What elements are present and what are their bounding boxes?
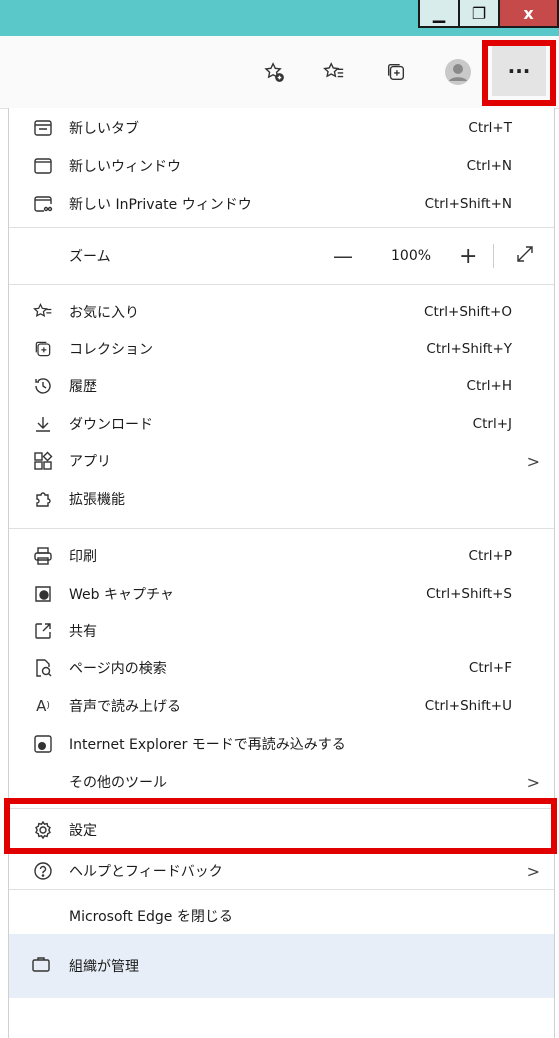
- menu-item-more-tools[interactable]: その他のツール >: [9, 762, 554, 802]
- menu-item-help-feedback[interactable]: ヘルプとフィードバック >: [9, 851, 554, 891]
- menu-item-web-capture[interactable]: Web キャプチャ Ctrl+Shift+S: [9, 574, 554, 614]
- inprivate-icon: [31, 192, 55, 216]
- menu-label: Microsoft Edge を閉じる: [69, 909, 233, 925]
- menu-divider: [9, 227, 554, 228]
- zoom-divider: [493, 244, 494, 268]
- menu-label: 拡張機能: [69, 492, 125, 508]
- menu-item-print[interactable]: 印刷 Ctrl+P: [9, 536, 554, 576]
- menu-item-extensions[interactable]: 拡張機能: [9, 479, 554, 519]
- menu-item-apps[interactable]: アプリ >: [9, 441, 554, 481]
- menu-shortcut: Ctrl+T: [468, 120, 512, 136]
- window-titlebar: ▁ ❐ x: [0, 0, 559, 36]
- browser-toolbar: ···: [0, 36, 559, 109]
- gear-icon: [31, 818, 55, 842]
- menu-label: アプリ: [69, 454, 111, 470]
- menu-label: 設定: [69, 823, 97, 839]
- menu-item-find-on-page[interactable]: ページ内の検索 Ctrl+F: [9, 648, 554, 688]
- menu-item-collections[interactable]: コレクション Ctrl+Shift+Y: [9, 329, 554, 369]
- profile-avatar[interactable]: [442, 56, 474, 88]
- menu-label: ページ内の検索: [69, 661, 167, 677]
- zoom-in-button[interactable]: +: [459, 244, 477, 269]
- menu-label: 新しいウィンドウ: [69, 159, 181, 175]
- menu-item-new-tab[interactable]: 新しいタブ Ctrl+T: [9, 108, 554, 148]
- menu-shortcut: Ctrl+Shift+O: [424, 304, 512, 320]
- menu-divider: [9, 528, 554, 529]
- chevron-right-icon: >: [526, 451, 540, 471]
- share-icon: [31, 619, 55, 643]
- menu-divider: [9, 889, 554, 890]
- menu-label: ダウンロード: [69, 417, 153, 433]
- menu-divider: [9, 284, 554, 285]
- menu-item-new-inprivate-window[interactable]: 新しい InPrivate ウィンドウ Ctrl+Shift+N: [9, 184, 554, 224]
- history-icon: [31, 374, 55, 398]
- chevron-right-icon: >: [526, 861, 540, 881]
- menu-label: 共有: [69, 624, 97, 640]
- zoom-level: 100%: [391, 248, 432, 264]
- menu-item-new-window[interactable]: 新しいウィンドウ Ctrl+N: [9, 146, 554, 186]
- web-capture-icon: [31, 582, 55, 606]
- menu-label: その他のツール: [69, 775, 167, 791]
- menu-item-share[interactable]: 共有: [9, 611, 554, 651]
- menu-shortcut: Ctrl+Shift+N: [424, 196, 512, 212]
- menu-label: お気に入り: [69, 305, 139, 321]
- menu-item-close-edge[interactable]: Microsoft Edge を閉じる: [9, 896, 554, 936]
- maximize-button[interactable]: ❐: [458, 0, 500, 28]
- download-icon: [31, 412, 55, 436]
- menu-shortcut: Ctrl+P: [468, 548, 512, 564]
- apps-icon: [31, 449, 55, 473]
- menu-shortcut: Ctrl+F: [468, 660, 512, 676]
- print-icon: [31, 544, 55, 568]
- collections-icon: [31, 337, 55, 361]
- collections-icon[interactable]: [380, 56, 412, 88]
- menu-item-favorites[interactable]: お気に入り Ctrl+Shift+O: [9, 292, 554, 332]
- fullscreen-icon[interactable]: [515, 244, 535, 268]
- find-on-page-icon: [31, 656, 55, 680]
- menu-divider: [9, 808, 554, 809]
- menu-label: Internet Explorer モードで再読み込みする: [69, 737, 346, 753]
- menu-shortcut: Ctrl+Shift+U: [424, 698, 512, 714]
- new-tab-icon: [31, 116, 55, 140]
- menu-item-history[interactable]: 履歴 Ctrl+H: [9, 366, 554, 406]
- menu-label: 新しい InPrivate ウィンドウ: [69, 197, 252, 213]
- menu-label: Web キャプチャ: [69, 587, 174, 603]
- zoom-label: ズーム: [69, 249, 111, 265]
- close-window-button[interactable]: x: [498, 0, 559, 28]
- ie-mode-icon: [31, 732, 55, 756]
- add-favorite-icon[interactable]: [258, 56, 290, 88]
- settings-and-more-button[interactable]: ···: [492, 46, 546, 96]
- menu-label: 組織が管理: [69, 959, 139, 975]
- menu-shortcut: Ctrl+J: [472, 416, 512, 432]
- help-icon: [31, 859, 55, 883]
- menu-label: 新しいタブ: [69, 121, 139, 137]
- menu-label: コレクション: [69, 342, 153, 358]
- read-aloud-icon: A): [36, 697, 50, 715]
- menu-shortcut: Ctrl+N: [466, 158, 512, 174]
- menu-label: 音声で読み上げる: [69, 699, 181, 715]
- menu-shortcut: Ctrl+Shift+S: [426, 586, 512, 602]
- minimize-button[interactable]: ▁: [418, 0, 460, 28]
- menu-item-settings[interactable]: 設定: [9, 810, 554, 850]
- managed-by-organization[interactable]: 組織が管理: [9, 934, 554, 998]
- favorites-icon: [31, 300, 55, 324]
- new-window-icon: [31, 154, 55, 178]
- menu-item-read-aloud[interactable]: A) 音声で読み上げる Ctrl+Shift+U: [9, 686, 554, 726]
- menu-label: 履歴: [69, 379, 97, 395]
- favorites-icon[interactable]: [318, 56, 350, 88]
- settings-menu: 新しいタブ Ctrl+T 新しいウィンドウ Ctrl+N 新しい InPriva…: [8, 108, 555, 1038]
- chevron-right-icon: >: [526, 772, 540, 792]
- menu-shortcut: Ctrl+Shift+Y: [426, 341, 512, 357]
- menu-item-zoom: ズーム — 100% +: [9, 236, 554, 276]
- extensions-icon: [31, 487, 55, 511]
- menu-item-downloads[interactable]: ダウンロード Ctrl+J: [9, 404, 554, 444]
- briefcase-icon: [31, 954, 51, 978]
- menu-item-ie-mode[interactable]: Internet Explorer モードで再読み込みする: [9, 724, 554, 764]
- menu-label: 印刷: [69, 549, 97, 565]
- zoom-out-button[interactable]: —: [333, 244, 353, 268]
- menu-shortcut: Ctrl+H: [466, 378, 512, 394]
- menu-label: ヘルプとフィードバック: [69, 864, 223, 880]
